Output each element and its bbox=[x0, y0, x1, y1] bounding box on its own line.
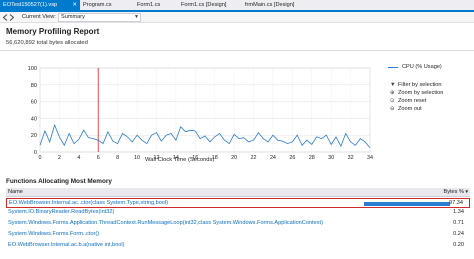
table-row[interactable]: System.Windows.Forms.Form..ctor() 0.24 bbox=[6, 230, 470, 240]
plot-frame bbox=[39, 67, 371, 153]
chevron-down-icon: ▼ bbox=[134, 14, 139, 20]
bytes-percent: 0.20 bbox=[453, 242, 464, 248]
x-tick-label: 22 bbox=[251, 155, 257, 161]
zoom-reset-icon: ⊙ bbox=[390, 98, 395, 104]
table-row[interactable]: System.Windows.Forms.Application.ThreadC… bbox=[6, 219, 470, 229]
column-header-bytes[interactable]: Bytes % bbox=[443, 189, 464, 195]
zoom-out-icon: ⊖ bbox=[390, 106, 395, 112]
tab-form1-design[interactable]: Form1.cs [Design] bbox=[178, 0, 242, 10]
filter-by-selection-action[interactable]: ▼ Filter by selection bbox=[390, 82, 442, 88]
zoom-in-icon: ⊕ bbox=[390, 90, 395, 96]
y-tick-label: 40 bbox=[31, 116, 37, 122]
x-tick-label: 6 bbox=[97, 155, 100, 161]
zoom-selection-label: Zoom by selection bbox=[398, 90, 444, 96]
back-arrow-icon[interactable] bbox=[2, 14, 8, 21]
x-tick-label: 0 bbox=[39, 155, 42, 161]
x-tick-label: 24 bbox=[270, 155, 276, 161]
function-link[interactable]: System.Windows.Forms.Application.ThreadC… bbox=[8, 220, 323, 226]
y-tick-label: 0 bbox=[34, 150, 37, 156]
tab-eotest-vsp[interactable]: EOTest150527(1).vsp ✕ bbox=[0, 0, 80, 10]
forward-arrow-icon[interactable] bbox=[9, 14, 15, 21]
cpu-usage-line bbox=[39, 123, 371, 149]
functions-section-title: Functions Allocating Most Memory bbox=[6, 178, 112, 185]
bytes-percent: 0.24 bbox=[453, 231, 464, 237]
cpu-usage-chart[interactable]: 0 20 40 60 80 100 0 2 4 6 8 10 12 14 16 18 20 22 24 26 28 30 3… bbox=[0, 60, 380, 170]
function-link[interactable]: System.IO.BinaryReader.ReadBytes(int32) bbox=[8, 209, 114, 215]
bytes-percent: 97.34 bbox=[449, 200, 463, 206]
document-tab-strip: EOTest150527(1).vsp ✕ Program.cs Form1.c… bbox=[0, 0, 474, 12]
current-view-label: Current View: bbox=[22, 14, 56, 20]
table-row[interactable]: EO.WebBrowser.Internal.ac..ctor(class Sy… bbox=[6, 198, 470, 208]
function-link[interactable]: EO.WebBrowser.Internal.ac.b.a(native int… bbox=[8, 242, 125, 248]
zoom-out-label: Zoom out bbox=[398, 106, 422, 112]
sort-arrow-icon: ▼ bbox=[464, 189, 469, 194]
tab-program-cs[interactable]: Program.cs bbox=[80, 0, 134, 10]
bytes-bar bbox=[364, 202, 450, 206]
y-tick-label: 20 bbox=[31, 133, 37, 139]
total-bytes-allocated: 56,620,892 total bytes allocated bbox=[6, 40, 88, 46]
x-axis-title: Wall Clock Time (Seconds) bbox=[145, 157, 215, 163]
bytes-percent: 0.71 bbox=[453, 220, 464, 226]
tab-label: frmMain.cs [Design] bbox=[245, 2, 295, 8]
chart-canvas[interactable]: 0204060801000 2 4 6 8 10 12 14 16 18 20 22 24 26 28 30 3… bbox=[0, 60, 380, 170]
x-tick-label: 2 bbox=[58, 155, 61, 161]
x-tick-label: 20 bbox=[231, 155, 237, 161]
table-row[interactable]: System.IO.BinaryReader.ReadBytes(int32) … bbox=[6, 208, 470, 218]
zoom-by-selection-action[interactable]: ⊕ Zoom by selection bbox=[390, 90, 443, 96]
y-tick-label: 100 bbox=[28, 66, 37, 72]
filter-label: Filter by selection bbox=[398, 82, 442, 88]
x-tick-label: 26 bbox=[289, 155, 295, 161]
close-icon[interactable]: ✕ bbox=[72, 0, 77, 10]
tab-label: EOTest150527(1).vsp bbox=[3, 2, 58, 8]
bytes-percent: 1.34 bbox=[453, 209, 464, 215]
y-tick-label: 80 bbox=[31, 83, 37, 89]
tab-label: Form1.cs [Design] bbox=[181, 2, 227, 8]
zoom-out-action[interactable]: ⊖ Zoom out bbox=[390, 106, 422, 112]
x-tick-label: 28 bbox=[309, 155, 315, 161]
x-tick-label: 8 bbox=[116, 155, 119, 161]
x-tick-label: 30 bbox=[328, 155, 334, 161]
current-view-value: Summary bbox=[61, 14, 85, 20]
x-tick-label: 32 bbox=[348, 155, 354, 161]
divider bbox=[0, 50, 474, 51]
tab-label: Form1.cs bbox=[137, 2, 161, 8]
x-tick-label: 34 bbox=[367, 155, 373, 161]
y-tick-label: 60 bbox=[31, 100, 37, 106]
tab-form1-cs[interactable]: Form1.cs bbox=[134, 0, 178, 10]
table-row[interactable]: EO.WebBrowser.Internal.ac.b.a(native int… bbox=[6, 241, 470, 251]
function-link[interactable]: EO.WebBrowser.Internal.ac..ctor(class Sy… bbox=[9, 200, 168, 206]
tab-frmmain-design[interactable]: frmMain.cs [Design] bbox=[242, 0, 324, 10]
current-view-select[interactable]: Summary ▼ bbox=[58, 13, 141, 22]
x-tick-label: 4 bbox=[77, 155, 80, 161]
x-tick-label: 10 bbox=[134, 155, 140, 161]
filter-icon: ▼ bbox=[390, 82, 396, 88]
report-toolbar: Current View: Summary ▼ bbox=[0, 12, 474, 23]
column-header-name[interactable]: Name bbox=[8, 189, 23, 195]
functions-table-header: Name Bytes % ▼ bbox=[6, 188, 470, 197]
zoom-reset-action[interactable]: ⊙ Zoom reset bbox=[390, 98, 426, 104]
legend-swatch bbox=[388, 67, 398, 68]
function-link[interactable]: System.Windows.Forms.Form..ctor() bbox=[8, 231, 99, 237]
zoom-reset-label: Zoom reset bbox=[398, 98, 427, 104]
legend-label: CPU (% Usage) bbox=[402, 64, 442, 70]
report-title: Memory Profiling Report bbox=[6, 27, 100, 36]
tab-label: Program.cs bbox=[83, 2, 112, 8]
